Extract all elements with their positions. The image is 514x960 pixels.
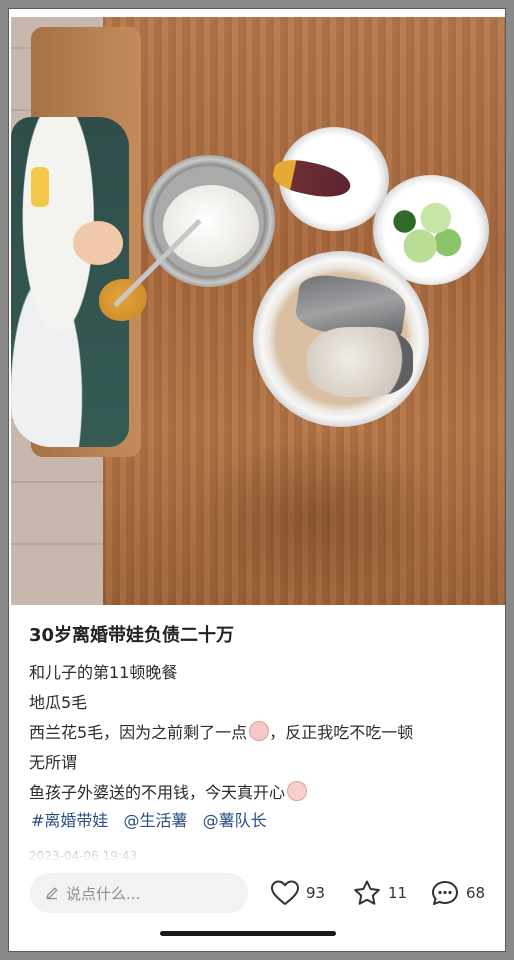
- post-line-1: 和儿子的第11顿晚餐: [29, 663, 178, 682]
- photo-fish-steak: [307, 327, 413, 397]
- post-line-3a: 西兰花5毛，因为之前剩了一点: [29, 723, 248, 742]
- bottom-action-bar: 说点什么... 93 11 68: [10, 861, 504, 927]
- post-line-3: 西兰花5毛，因为之前剩了一点 ，反正我吃不吃一顿: [29, 719, 413, 743]
- phone-screen: 30岁离婚带娃负债二十万 和儿子的第11顿晚餐 地瓜5毛 西兰花5毛，因为之前剩…: [8, 8, 506, 952]
- comment-bubble-icon: [430, 879, 460, 907]
- happy-pig-emoji-icon: [287, 781, 308, 801]
- post-line-3b: ，反正我吃不吃一顿: [269, 723, 414, 742]
- photo-rice: [163, 185, 259, 267]
- comment-placeholder: 说点什么...: [66, 884, 141, 903]
- photo-hand: [73, 221, 123, 265]
- like-button[interactable]: 93: [270, 875, 325, 911]
- star-button[interactable]: 11: [352, 875, 407, 911]
- post-photo[interactable]: [11, 17, 505, 605]
- tag-divorce-parenting[interactable]: #离婚带娃: [31, 811, 108, 830]
- mention-shenghuoshu[interactable]: @生活薯: [124, 811, 188, 830]
- post-title: 30岁离婚带娃负债二十万: [29, 625, 235, 646]
- star-count: 11: [388, 884, 408, 902]
- post-line-4: 无所谓: [29, 753, 78, 772]
- comment-count: 68: [466, 884, 486, 902]
- like-count: 93: [306, 884, 326, 902]
- photo-stripe: [31, 167, 49, 207]
- post-tags: #离婚带娃 @生活薯 @薯队长: [31, 807, 277, 831]
- post-line-2: 地瓜5毛: [29, 693, 88, 712]
- home-indicator[interactable]: [160, 931, 336, 936]
- post-line-5-text: 鱼孩子外婆送的不用钱，今天真开心: [29, 783, 286, 802]
- mention-shuduizhang[interactable]: @薯队长: [203, 811, 267, 830]
- post-line-5: 鱼孩子外婆送的不用钱，今天真开心: [29, 779, 308, 803]
- pen-icon: [44, 885, 60, 901]
- comment-input[interactable]: 说点什么...: [30, 873, 248, 913]
- photo-shadow: [191, 437, 441, 597]
- photo-broccoli: [389, 197, 467, 267]
- heart-icon: [270, 879, 300, 907]
- comment-button[interactable]: 68: [430, 875, 485, 911]
- crying-face-emoji-icon: [249, 721, 270, 741]
- star-icon: [352, 879, 382, 907]
